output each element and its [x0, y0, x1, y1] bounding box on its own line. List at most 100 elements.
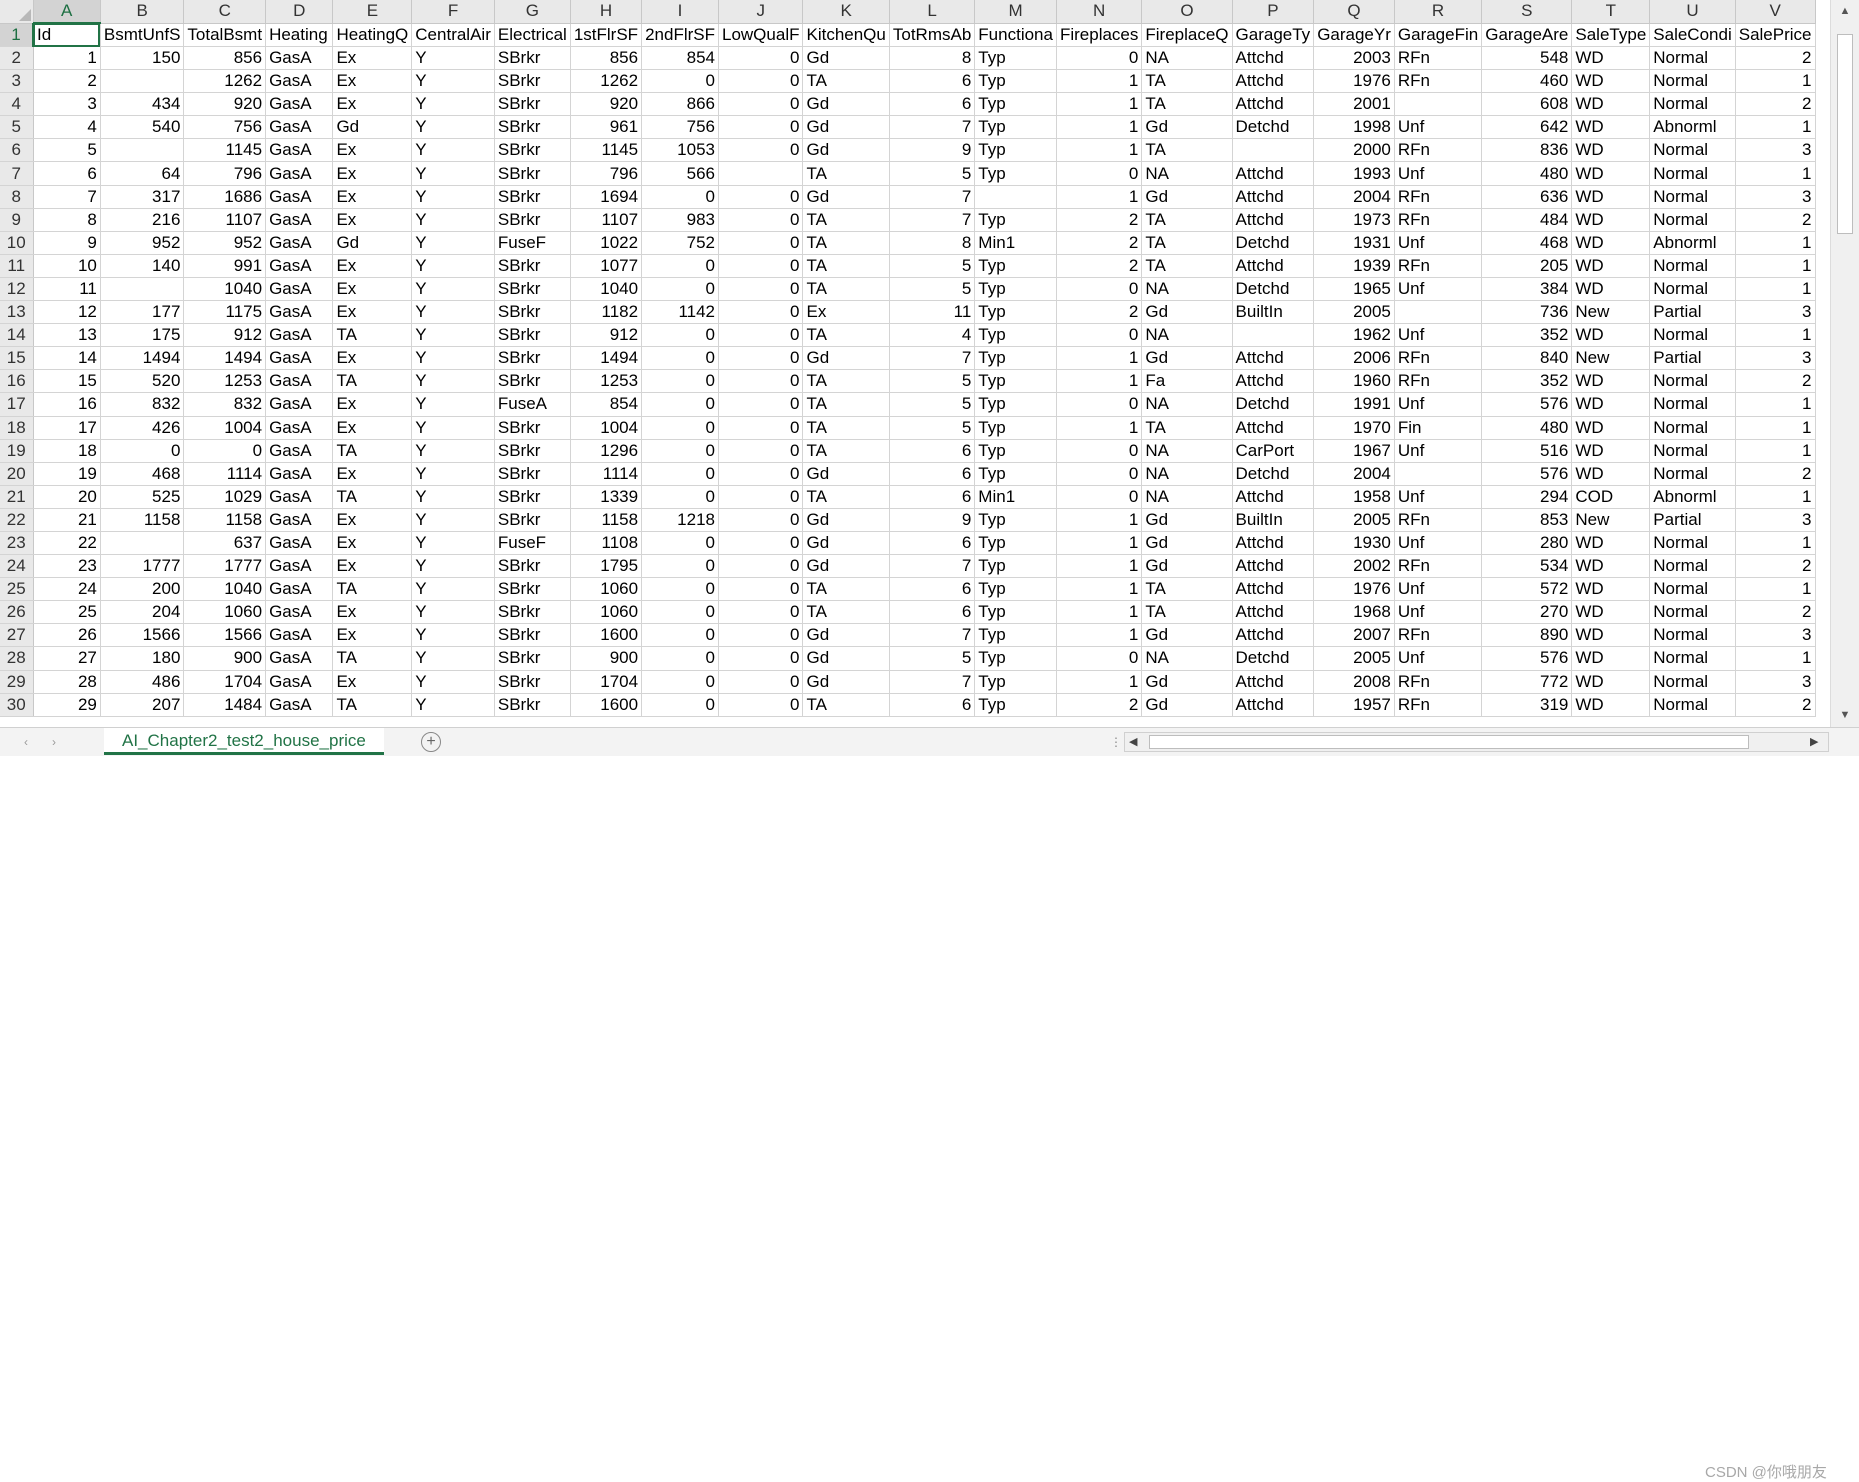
cell[interactable]: 1	[1735, 439, 1816, 463]
cell[interactable]: 0	[718, 208, 804, 232]
cell[interactable]: Heating	[265, 23, 334, 47]
cell[interactable]: 0	[718, 369, 804, 394]
cell[interactable]: Typ	[974, 369, 1057, 394]
column-header-u[interactable]: U	[1649, 0, 1736, 24]
row-header[interactable]: 6	[0, 138, 34, 163]
cell[interactable]: Gd	[802, 554, 890, 579]
cell[interactable]: SBrkr	[494, 92, 571, 117]
cell[interactable]: GasA	[265, 369, 334, 394]
scroll-left-icon[interactable]: ◀	[1129, 735, 1143, 749]
cell[interactable]: 1976	[1313, 577, 1395, 602]
cell[interactable]: 0	[641, 185, 719, 209]
row-header[interactable]: 19	[0, 439, 34, 463]
cell[interactable]: Functiona	[974, 23, 1057, 47]
cell[interactable]: Y	[411, 46, 495, 71]
cell[interactable]	[1394, 462, 1483, 486]
cell[interactable]: 0	[718, 554, 804, 579]
cell[interactable]: SBrkr	[494, 693, 571, 717]
cell[interactable]: Y	[411, 138, 495, 163]
cell[interactable]: 175	[100, 323, 185, 348]
column-header-r[interactable]: R	[1394, 0, 1483, 24]
cell[interactable]: Y	[411, 416, 495, 440]
column-header-a[interactable]: A	[33, 0, 101, 24]
cell[interactable]: 1991	[1313, 392, 1395, 417]
cell[interactable]: Typ	[974, 623, 1057, 648]
cell[interactable]: 2ndFlrSF	[641, 23, 719, 47]
cell[interactable]: 5	[889, 392, 976, 417]
cell[interactable]: TA	[332, 577, 413, 602]
cell[interactable]: KitchenQu	[802, 23, 890, 47]
cell[interactable]: 0	[641, 600, 719, 625]
cell[interactable]: GasA	[265, 323, 334, 348]
cell[interactable]: CentralAir	[411, 23, 495, 47]
cell[interactable]: Gd	[332, 231, 413, 255]
cell[interactable]: GasA	[265, 300, 334, 325]
tab-prev-icon[interactable]: ‹	[18, 734, 34, 750]
cell[interactable]: 1777	[100, 554, 185, 579]
cell[interactable]: 983	[641, 208, 719, 232]
cell[interactable]: FuseF	[494, 531, 571, 556]
cell[interactable]: 0	[641, 346, 719, 371]
cell[interactable]: Ex	[332, 69, 413, 94]
cell[interactable]: Attchd	[1232, 369, 1315, 394]
cell[interactable]: Abnorml	[1649, 485, 1736, 509]
cell[interactable]: Unf	[1394, 577, 1483, 602]
cell[interactable]: 1	[1735, 254, 1816, 278]
cell[interactable]: GasA	[265, 346, 334, 371]
cell[interactable]: WD	[1571, 623, 1651, 648]
cell[interactable]: Fireplaces	[1056, 23, 1143, 47]
cell[interactable]: Typ	[974, 462, 1057, 486]
cell[interactable]: 1	[1735, 115, 1816, 140]
cell[interactable]: 19	[33, 462, 101, 486]
cell[interactable]: Typ	[974, 277, 1057, 302]
cell[interactable]: 854	[570, 392, 643, 417]
cell[interactable]: Ex	[332, 277, 413, 302]
column-header-k[interactable]: K	[802, 0, 890, 24]
cell[interactable]: 1	[1056, 369, 1143, 394]
cell[interactable]: TA	[802, 277, 890, 302]
cell[interactable]: 0	[641, 485, 719, 509]
cell[interactable]: Partial	[1649, 346, 1736, 371]
cell[interactable]: 2	[1735, 369, 1816, 394]
cell[interactable]: 7	[889, 346, 976, 371]
cell[interactable]: 0	[1056, 323, 1143, 348]
row-header[interactable]: 5	[0, 115, 34, 140]
cell[interactable]: 1029	[183, 485, 267, 509]
cell[interactable]: Typ	[974, 161, 1057, 186]
cell[interactable]: 0	[641, 531, 719, 556]
cell[interactable]: Ex	[332, 254, 413, 278]
cell[interactable]: GasA	[265, 554, 334, 579]
cell[interactable]: Y	[411, 439, 495, 463]
cell[interactable]: Typ	[974, 208, 1057, 232]
cell[interactable]: 29	[33, 693, 101, 717]
cell[interactable]: 150	[100, 46, 185, 71]
cell[interactable]: 1182	[570, 300, 643, 325]
cell[interactable]: WD	[1571, 462, 1651, 486]
cell[interactable]: Y	[411, 69, 495, 94]
cell[interactable]: 1993	[1313, 161, 1395, 186]
cell[interactable]: 177	[100, 300, 185, 325]
cell[interactable]: TA	[332, 439, 413, 463]
cell[interactable]: GasA	[265, 462, 334, 486]
cell[interactable]: SBrkr	[494, 300, 571, 325]
cell[interactable]: 637	[183, 531, 267, 556]
cell[interactable]: Y	[411, 277, 495, 302]
cell[interactable]: 3	[1735, 346, 1816, 371]
cell[interactable]: Unf	[1394, 392, 1483, 417]
add-sheet-icon[interactable]: +	[421, 732, 441, 752]
cell[interactable]: Normal	[1649, 46, 1736, 71]
cell[interactable]: TA	[802, 231, 890, 255]
cell[interactable]: 24	[33, 577, 101, 602]
cell[interactable]: RFn	[1394, 554, 1483, 579]
cell[interactable]: 0	[641, 254, 719, 278]
cell[interactable]: Gd	[802, 346, 890, 371]
cell[interactable]: 317	[100, 185, 185, 209]
cell[interactable]: 480	[1481, 416, 1573, 440]
cell[interactable]: SBrkr	[494, 554, 571, 579]
cell[interactable]: Fin	[1394, 416, 1483, 440]
cell[interactable]: 3	[1735, 508, 1816, 532]
cell[interactable]: SBrkr	[494, 46, 571, 71]
cell[interactable]: GasA	[265, 392, 334, 417]
cell[interactable]: Y	[411, 185, 495, 209]
cell[interactable]: TA	[1141, 577, 1233, 602]
